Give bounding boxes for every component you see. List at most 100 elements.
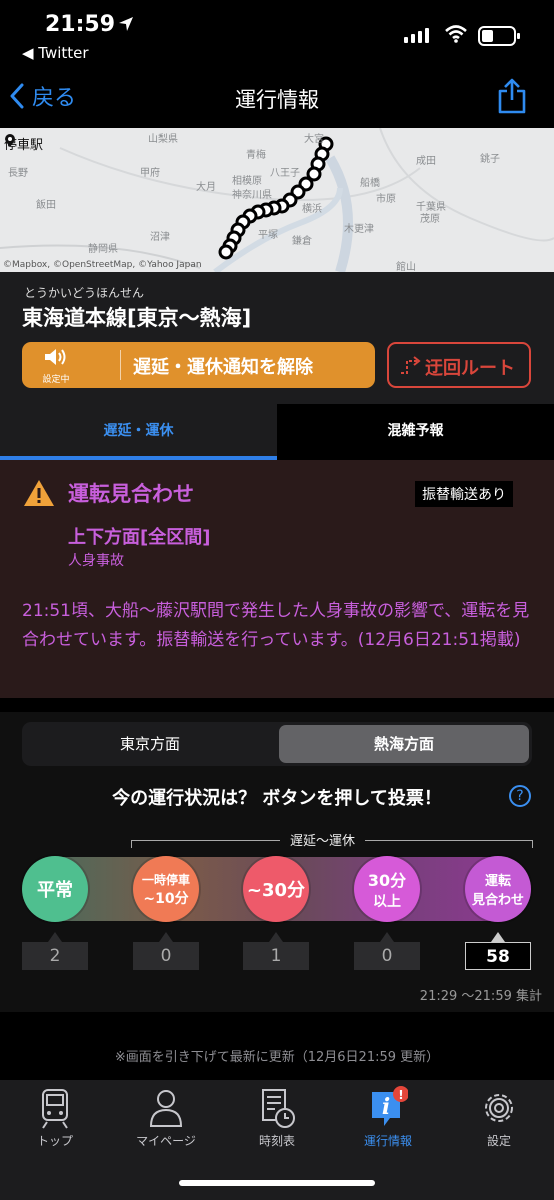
map-label: 沼津	[150, 232, 170, 243]
status-vote: 東京方面 熱海方面 今の運行状況は？ ボタンを押して投票！ ? 遅延〜運休 平常…	[0, 712, 554, 1012]
person-icon	[149, 1090, 183, 1127]
cancel-notification-button[interactable]: 設定中 遅延・運休通知を解除	[22, 342, 375, 388]
warning-icon	[24, 480, 54, 506]
alert-cause: 人身事故	[68, 553, 124, 569]
delay-bracket-label: 遅延〜運休	[280, 830, 366, 849]
info-tabs: 遅延・運休 混雑予報	[0, 404, 554, 460]
vote-button-suspended[interactable]: 運転 見合わせ	[465, 856, 531, 922]
count-pointer	[269, 932, 283, 942]
tab-delay[interactable]: 遅延・運休	[0, 404, 277, 460]
map-label: 長野	[8, 168, 28, 179]
navigation-bar: 戻る 運行情報	[0, 70, 554, 126]
map-canvas	[0, 128, 554, 272]
direction-tokyo[interactable]: 東京方面	[25, 725, 275, 763]
map-label: 飯田	[36, 200, 56, 211]
cancel-notification-label: 遅延・運休通知を解除	[133, 357, 313, 378]
alert-message: 21:51頃、大船〜藤沢駅間で発生した人身事故の影響で、運転を見合わせています。…	[22, 601, 530, 650]
tabbar-label: 運行情報	[363, 1134, 412, 1148]
map-label: 平塚	[258, 230, 278, 241]
tabbar-mypage[interactable]: マイページ	[111, 1086, 221, 1149]
line-name: 東海道本線[東京〜熱海]	[22, 306, 252, 330]
vote-count-normal: 2	[22, 942, 88, 970]
direction-segmented-control: 東京方面 熱海方面	[22, 722, 532, 766]
vote-button-normal[interactable]: 平常	[22, 856, 88, 922]
train-icon	[42, 1089, 68, 1129]
info-icon: i !	[372, 1086, 408, 1126]
svg-text:!: !	[398, 1088, 403, 1102]
vote-option-label: 一時停車	[141, 872, 190, 887]
vote-option-sublabel: 以上	[373, 894, 401, 910]
count-pointer	[491, 932, 505, 942]
map-label: 青梅	[246, 150, 266, 161]
tabbar-label: 時刻表	[258, 1134, 295, 1148]
transfer-badge: 振替輸送あり	[415, 481, 513, 507]
line-header: とうかいどうほんせん 東海道本線[東京〜熱海] 設定中 遅延・運休通知を解除 迂…	[0, 272, 554, 404]
vote-question: 今の運行状況は？ ボタンを押して投票！	[112, 788, 442, 809]
vote-option-label: 運転	[484, 874, 511, 889]
timetable-icon	[262, 1089, 295, 1128]
map-label: 大宮	[304, 134, 324, 145]
location-arrow-icon	[119, 17, 133, 31]
map-label: 館山	[396, 262, 416, 272]
vote-option-label: ~30分	[246, 880, 306, 901]
battery-icon	[478, 26, 520, 46]
map-label: 成田	[416, 156, 436, 167]
tabbar-top[interactable]: トップ	[0, 1086, 110, 1149]
vote-button-brief-stop[interactable]: 一時停車 ~10分	[133, 856, 199, 922]
stop-station-chip[interactable]: 停車駅	[4, 134, 43, 153]
gear-icon	[485, 1094, 513, 1122]
vote-button-over-30min[interactable]: 30分 以上	[354, 856, 420, 922]
tabbar-settings[interactable]: 設定	[444, 1086, 554, 1149]
detour-route-label: 迂回ルート	[425, 358, 515, 379]
line-name-ruby: とうかいどうほんせん	[24, 286, 145, 300]
map-label: 横浜	[302, 204, 322, 215]
map-pin-icon	[5, 134, 15, 147]
detour-route-button[interactable]: 迂回ルート	[387, 342, 531, 388]
map-attribution: ©Mapbox, ©OpenStreetMap, ©Yahoo Japan	[3, 260, 202, 270]
tabbar-label: マイページ	[136, 1134, 196, 1148]
speaker-icon	[45, 349, 66, 365]
map-label: 相模原	[232, 176, 262, 187]
route-map[interactable]: 停車駅 山梨県 大月 甲府 相模原 神奈川県 横浜 大宮 青梅 八王子 千葉県 …	[0, 128, 554, 272]
svg-text:i: i	[382, 1094, 390, 1120]
status-bar: 21:59 ◀ Twitter	[0, 0, 554, 70]
tabbar-label: トップ	[36, 1134, 73, 1148]
tally-period: 21:29 〜21:59 集計	[419, 989, 542, 1004]
direction-atami[interactable]: 熱海方面	[279, 725, 529, 763]
map-label: 茂原	[420, 214, 440, 225]
cellular-signal-icon	[404, 28, 429, 43]
status-time: 21:59	[45, 12, 116, 37]
map-label: 八王子	[270, 168, 300, 179]
count-pointer	[48, 932, 62, 942]
help-icon[interactable]: ?	[509, 785, 531, 807]
home-indicator	[179, 1180, 375, 1186]
map-label: 銚子	[480, 154, 500, 165]
vote-option-sublabel: ~10分	[143, 890, 189, 907]
map-label: 静岡県	[88, 244, 118, 255]
tabbar-timetable[interactable]: 時刻表	[222, 1086, 332, 1149]
vote-option-label: 30分	[367, 871, 407, 890]
divider	[120, 350, 121, 380]
alert-status: 運転見合わせ	[68, 482, 194, 506]
detour-arrow-icon	[401, 356, 421, 374]
back-to-app-link[interactable]: ◀ Twitter	[22, 44, 89, 62]
notification-state-label: 設定中	[42, 375, 70, 385]
vote-option-label: 平常	[37, 880, 73, 901]
map-label: 大月	[196, 182, 216, 193]
service-alert: 運転見合わせ 振替輸送あり 上下方面[全区間] 人身事故 21:51頃、大船〜藤…	[0, 460, 554, 698]
vote-button-30min[interactable]: ~30分	[243, 856, 309, 922]
map-label: 山梨県	[148, 134, 178, 145]
share-icon[interactable]	[497, 78, 527, 114]
wifi-icon	[445, 25, 467, 43]
count-pointer	[159, 932, 173, 942]
vote-count-over-30min: 0	[354, 942, 420, 970]
map-label: 甲府	[140, 168, 160, 179]
tabbar-label: 設定	[486, 1134, 511, 1148]
alert-section: 上下方面[全区間]	[68, 527, 211, 548]
tab-congestion[interactable]: 混雑予報	[277, 404, 554, 460]
map-label: 市原	[376, 194, 396, 205]
refresh-note: ※画面を引き下げて最新に更新（12月6日21:59 更新）	[114, 1050, 440, 1065]
tabbar-service-info[interactable]: i ! 運行情報	[333, 1086, 443, 1149]
notification-state: 設定中	[36, 346, 76, 385]
map-label: 木更津	[344, 224, 374, 235]
